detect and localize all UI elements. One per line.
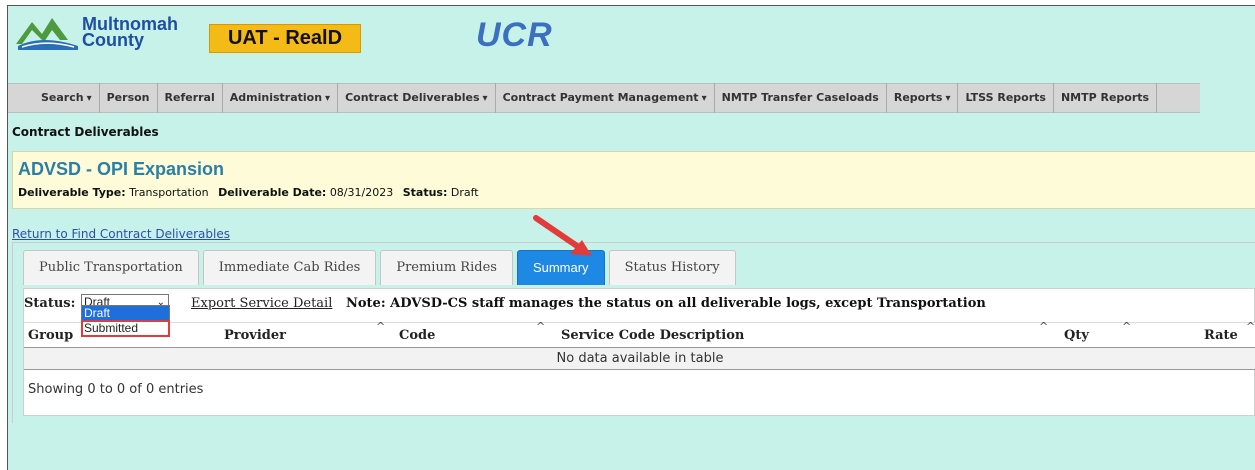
return-to-find-link[interactable]: Return to Find Contract Deliverables [12,227,230,241]
main-nav: Search ▾ Person Referral Administration ▾ Cont… [8,83,1200,113]
deliverable-title: ADVSD - OPI Expansion [18,159,225,179]
nav-item-label: Referral [164,91,215,104]
nav-item-search[interactable]: Search ▾ [34,83,100,113]
status-value: Draft [450,186,479,199]
app-title: UCR [476,16,553,54]
chevron-down-icon: ▾ [325,93,331,104]
export-service-detail-link[interactable]: Export Service Detail [191,296,332,311]
column-header-group[interactable]: Group [28,323,73,349]
type-value: Transportation [129,186,209,199]
type-label: Deliverable Type: [18,186,126,199]
table-entries-info: Showing 0 to 0 of 0 entries [28,382,204,397]
environment-badge: UAT - RealD [209,24,361,53]
page-title: Contract Deliverables [12,125,159,139]
nav-item-referral[interactable]: Referral [158,83,223,113]
annotation-arrow-icon [533,215,592,256]
sort-icon[interactable]: ^ [1246,320,1255,333]
org-name: Multnomah County [82,15,178,50]
multnomah-logo-icon [16,18,78,50]
column-header-provider[interactable]: Provider [224,323,286,349]
date-label: Deliverable Date: [218,186,327,199]
column-header-rate[interactable]: Rate [1204,323,1238,349]
nav-item-label: Contract Deliverables [345,91,480,104]
nav-item-label: Reports [893,91,943,104]
chevron-down-icon: ▾ [86,93,92,104]
sort-icon[interactable]: ^ [376,320,385,333]
tab-status-history[interactable]: Status History [608,250,736,285]
column-header-qty[interactable]: Qty [1064,323,1089,349]
table-header: Group Provider ^ Code ^ Service Code Descript… [24,320,1255,349]
nav-item-ltss-reports[interactable]: LTSS Reports [958,83,1054,113]
nav-item-nmtp-reports[interactable]: NMTP Reports [1054,83,1158,113]
nav-item-administration[interactable]: Administration ▾ [223,83,339,113]
app-header: Multnomah County UAT - RealD UCR [8,6,1255,54]
tab-premium-rides[interactable]: Premium Rides [380,250,513,285]
status-note: Note: ADVSD-CS staff manages the status … [346,296,986,311]
nav-item-label: Administration [229,91,323,104]
sort-icon[interactable]: ^ [536,320,545,333]
nav-item-label: Search [41,91,84,104]
deliverable-info-panel: ADVSD - OPI Expansion Deliverable Type: … [12,151,1255,209]
nav-item-label: LTSS Reports [965,91,1046,104]
nav-item-person[interactable]: Person [100,83,158,113]
empty-table-message: No data available in table [24,348,1255,370]
nav-item-label: Contract Payment Management [502,91,699,104]
deliverable-details: Deliverable Type: Transportation Deliver… [18,186,485,199]
nav-item-reports[interactable]: Reports ▾ [887,83,959,113]
date-value: 08/31/2023 [329,186,394,199]
nav-item-contract-deliverables[interactable]: Contract Deliverables ▾ [338,83,496,113]
tab-immediate-cab-rides[interactable]: Immediate Cab Rides [202,250,377,285]
nav-item-label: NMTP Reports [1060,91,1150,104]
status-option-submitted[interactable]: Submitted [81,320,170,337]
status-dropdown-list: Draft Submitted [81,305,170,337]
column-header-service-code-description[interactable]: Service Code Description [561,323,744,349]
chevron-down-icon: ▾ [701,93,707,104]
summary-table: Group Provider ^ Code ^ Service Code Descript… [24,320,1255,370]
nav-item-nmtp-transfer-caseloads[interactable]: NMTP Transfer Caseloads [715,83,887,113]
tab-public-transportation[interactable]: Public Transportation [23,250,199,285]
status-select-label: Status: [24,296,76,311]
chevron-down-icon: ▾ [482,93,488,104]
org-name-line2: County [82,30,144,50]
status-label: Status: [402,186,448,199]
sort-icon[interactable]: ^ [1122,320,1131,333]
chevron-down-icon: ▾ [945,93,951,104]
sort-icon[interactable]: ^ [1039,320,1048,333]
summary-panel: Status: Draft ⌄ Export Service Detail No… [23,288,1255,416]
tab-container: Public Transportation Immediate Cab Rides… [12,242,1255,423]
column-header-code[interactable]: Code [399,323,435,349]
nav-item-label: Person [106,91,150,104]
status-option-draft[interactable]: Draft [82,306,169,321]
nav-item-contract-payment-management[interactable]: Contract Payment Management ▾ [496,83,715,113]
app-frame: Multnomah County UAT - RealD UCR Search ▾… [7,5,1255,470]
nav-item-label: NMTP Transfer Caseloads [721,91,879,104]
tab-bar: Public Transportation Immediate Cab Rides… [23,250,740,290]
